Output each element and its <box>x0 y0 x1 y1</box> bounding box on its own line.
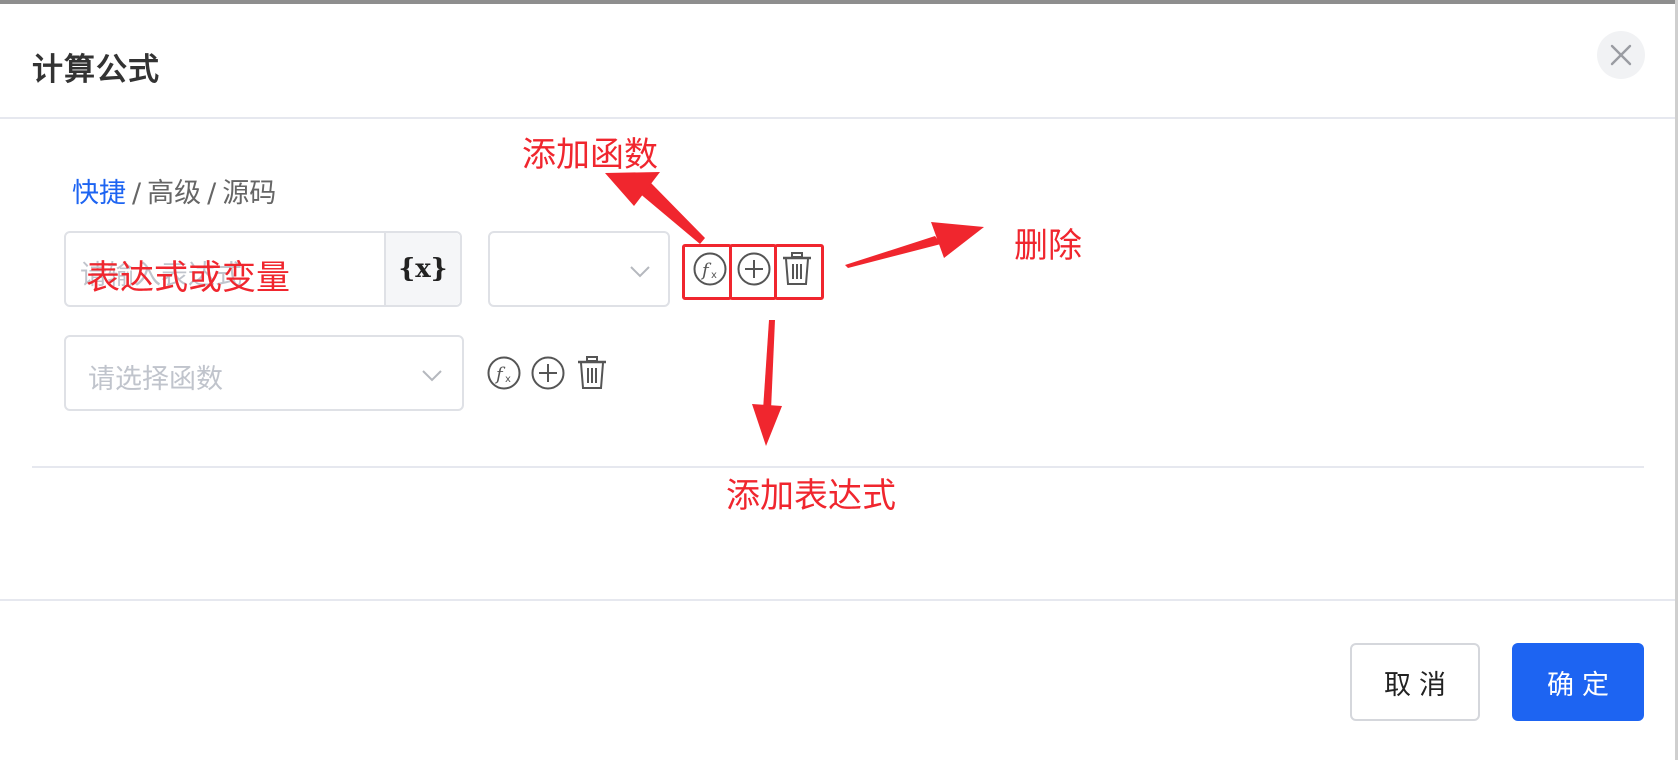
function-select[interactable]: 请选择函数 <box>64 335 464 411</box>
chevron-down-icon <box>630 266 650 278</box>
operator-select[interactable] <box>488 231 670 307</box>
dialog-footer: 取消 确定 <box>0 599 1675 762</box>
screenshot-frame: 计算公式 快捷 / 高级 / 源码 请输入表达式 {x} f x 请选择函数 f… <box>0 0 1678 760</box>
tab-advanced[interactable]: 高级 <box>147 171 201 210</box>
svg-text:x: x <box>505 374 511 385</box>
dialog-title: 计算公式 <box>32 52 160 88</box>
formula-dialog: 计算公式 快捷 / 高级 / 源码 请输入表达式 {x} f x 请选择函数 f… <box>0 4 1675 760</box>
tab-separator: / <box>207 178 217 209</box>
tab-source[interactable]: 源码 <box>222 171 276 210</box>
dialog-header: 计算公式 <box>0 4 1675 119</box>
add-function-button[interactable]: f x <box>484 353 524 393</box>
chevron-down-icon <box>422 370 442 382</box>
highlight-delete-icon <box>774 244 824 300</box>
annotation-expression-or-variable: 表达式或变量 <box>86 258 290 298</box>
function-icon: f x <box>487 356 521 390</box>
annotation-add-expression: 添加表达式 <box>726 476 896 516</box>
add-circle-icon <box>531 356 565 390</box>
confirm-button[interactable]: 确定 <box>1512 643 1644 721</box>
dialog-body: 快捷 / 高级 / 源码 请输入表达式 {x} f x 请选择函数 f x <box>0 119 1675 599</box>
close-icon <box>1610 44 1632 66</box>
delete-button[interactable] <box>572 353 612 393</box>
function-placeholder: 请选择函数 <box>88 364 223 395</box>
annotation-delete: 删除 <box>1014 226 1082 266</box>
tab-quick[interactable]: 快捷 <box>72 171 126 210</box>
tab-separator: / <box>132 178 142 209</box>
add-expression-button[interactable] <box>528 353 568 393</box>
close-button[interactable] <box>1597 31 1645 79</box>
highlight-add-icon <box>729 244 777 300</box>
mode-tabs: 快捷 / 高级 / 源码 <box>72 171 276 210</box>
variable-button[interactable]: {x} <box>384 233 460 305</box>
highlight-function-icon <box>682 244 732 300</box>
cancel-button[interactable]: 取消 <box>1350 643 1480 721</box>
annotation-add-function: 添加函数 <box>522 135 658 175</box>
trash-icon <box>578 356 606 389</box>
